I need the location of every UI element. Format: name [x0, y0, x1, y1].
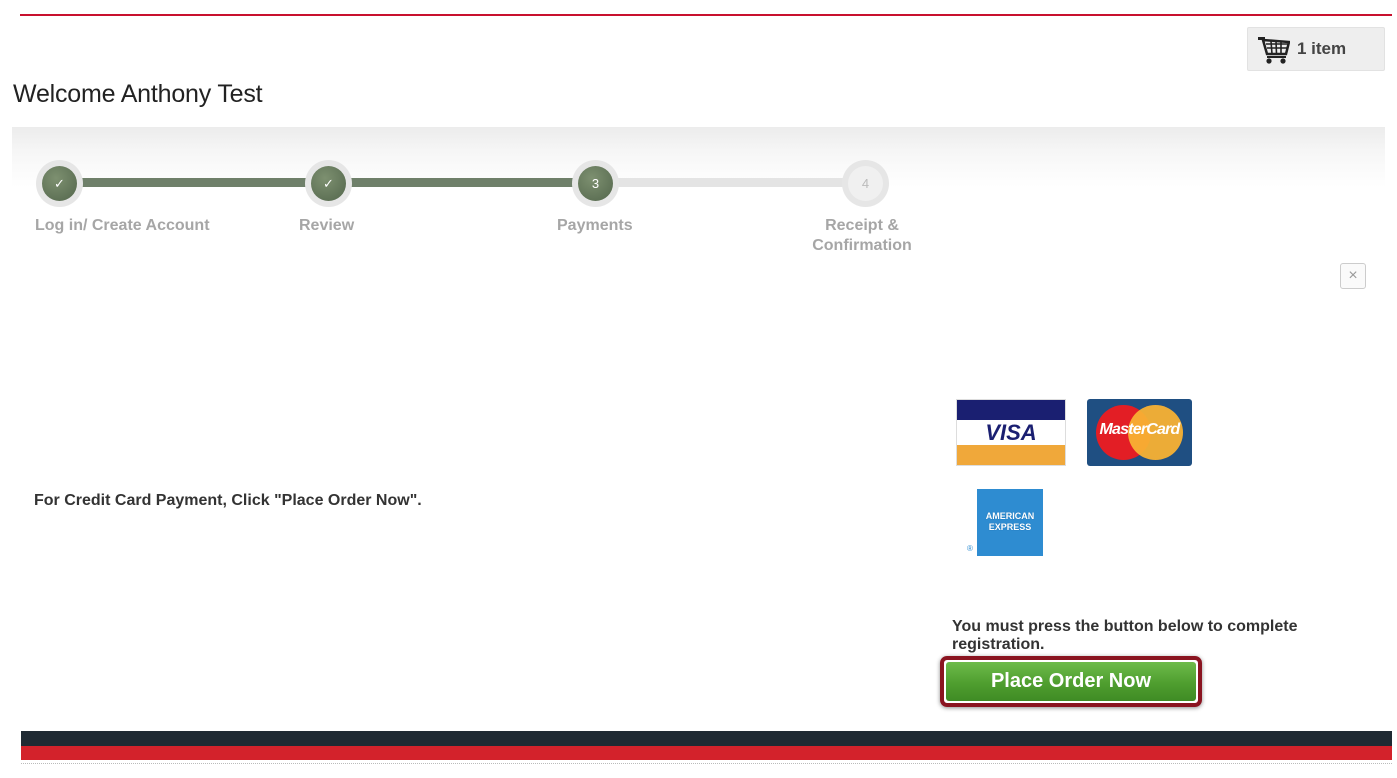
checkmark-icon: ✓ — [311, 166, 346, 201]
footer-dotted-divider — [21, 763, 1392, 764]
step-4-label-line-1: Receipt & — [825, 217, 899, 234]
checkmark-icon: ✓ — [42, 166, 77, 201]
american-express-logo: AMERICAN EXPRESS ® — [967, 489, 1043, 556]
amex-logo-text: AMERICAN EXPRESS — [977, 511, 1043, 533]
footer-dark-band — [21, 731, 1392, 746]
amex-logo-line-2: EXPRESS — [988, 522, 1032, 532]
header-divider — [20, 14, 1392, 16]
close-button[interactable]: × — [1340, 263, 1366, 289]
step-1-label: Log in/ Create Account — [35, 217, 210, 234]
step-3-label: Payments — [557, 217, 633, 234]
visa-card-logo: VISA — [956, 399, 1066, 466]
step-3-number: 3 — [578, 166, 613, 201]
completion-notice: You must press the button below to compl… — [952, 618, 1298, 653]
mastercard-logo-text: MasterCard — [1099, 421, 1180, 438]
place-order-button[interactable]: Place Order Now — [946, 662, 1196, 701]
step-2-circle[interactable]: ✓ — [305, 160, 352, 207]
amex-registered-mark: ® — [967, 544, 973, 553]
amex-logo-line-1: AMERICAN — [985, 511, 1035, 521]
step-3-circle[interactable]: 3 — [572, 160, 619, 207]
step-4-label: Receipt & Confirmation — [806, 216, 918, 256]
welcome-heading: Welcome Anthony Test — [13, 80, 263, 108]
mastercard-logo: MasterCard — [1087, 399, 1192, 466]
checkout-page: 1 item Welcome Anthony Test ✓ ✓ 3 4 Log … — [0, 0, 1397, 778]
footer-red-band — [21, 746, 1392, 760]
cart-button[interactable]: 1 item — [1247, 27, 1385, 71]
visa-logo-text: VISA — [985, 420, 1037, 445]
step-2-label: Review — [299, 217, 355, 234]
cart-count-label: 1 item — [1297, 39, 1347, 58]
step-4-label-line-2: Confirmation — [812, 237, 912, 254]
step-4-number: 4 — [848, 166, 883, 201]
step-4-circle: 4 — [842, 160, 889, 207]
step-1-circle[interactable]: ✓ — [36, 160, 83, 207]
credit-card-instruction: For Credit Card Payment, Click "Place Or… — [34, 492, 422, 509]
close-icon: × — [1348, 267, 1358, 284]
shopping-cart-icon — [1258, 34, 1290, 64]
stepper-track-remaining — [596, 178, 866, 187]
